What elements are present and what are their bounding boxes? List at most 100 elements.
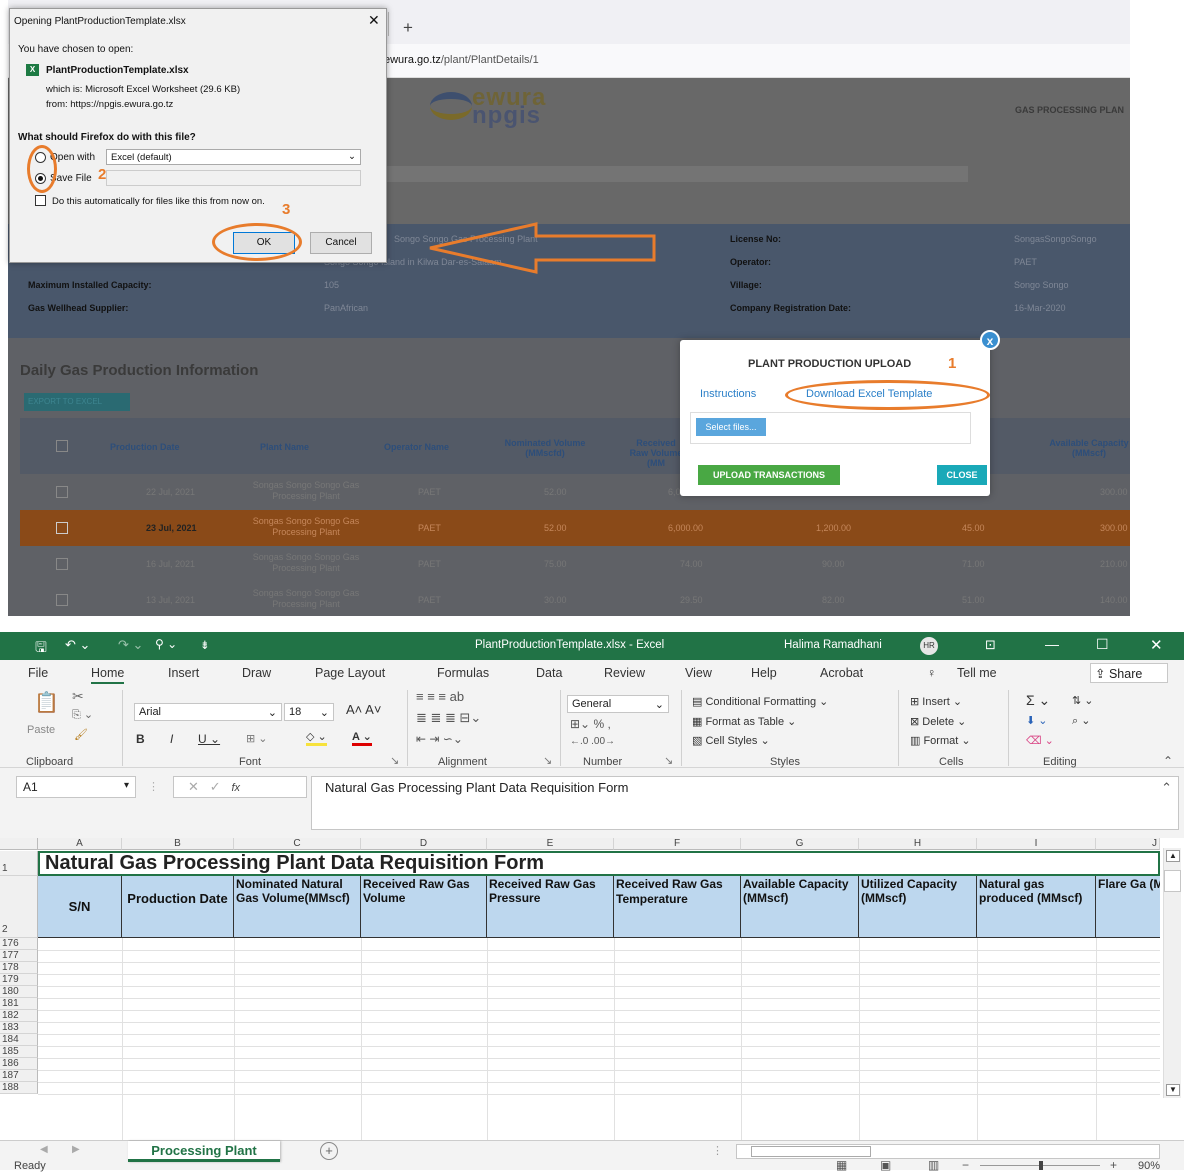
row-checkbox[interactable] (56, 594, 68, 606)
select-files-button[interactable]: Select files... (696, 418, 766, 436)
user-name[interactable]: Halima Ramadhani (784, 639, 882, 651)
row-checkbox[interactable] (56, 558, 68, 570)
horizontal-scrollbar[interactable] (736, 1144, 1160, 1159)
name-box[interactable]: A1 ▾ (16, 776, 136, 798)
row-header[interactable]: 184 (0, 1034, 38, 1046)
col-plant-name[interactable]: Plant Name (260, 442, 309, 452)
insert-cells-button[interactable]: ⊞ Insert ⌄ (910, 695, 962, 708)
col-header-h[interactable]: H (859, 838, 977, 850)
col-production-date[interactable]: Production Date (110, 442, 180, 452)
row-header[interactable]: 177 (0, 950, 38, 962)
undo-icon[interactable]: ↶ ⌄ (65, 637, 90, 653)
header-cell-available-capacity[interactable]: Available Capacity (MMscf) (741, 876, 859, 938)
font-name-select[interactable]: Arial ⌄ (134, 703, 282, 721)
alignment-dialog-icon[interactable]: ↘ (543, 754, 552, 767)
modal-x-close-icon[interactable]: x (980, 330, 1000, 350)
col-available-capacity[interactable]: Available Capacity (MMscf) (1048, 438, 1130, 458)
autosum-icon[interactable]: Σ ⌄ (1026, 692, 1050, 709)
header-cell-raw-temperature[interactable]: Received Raw Gas Temperature (614, 876, 741, 938)
header-cell-nominated[interactable]: Nominated Natural Gas Volume(MMscf) (234, 876, 361, 938)
col-header-a[interactable]: A (38, 838, 122, 850)
prev-sheet-icon[interactable]: ◀ (40, 1144, 48, 1155)
header-cell-gas-produced[interactable]: Natural gas produced (MMscf) (977, 876, 1096, 938)
tab-file[interactable]: File (28, 666, 48, 680)
tab-view[interactable]: View (685, 666, 712, 680)
indent-icon[interactable]: ⇤ ⇥ ∽⌄ (416, 732, 463, 746)
col-header-b[interactable]: B (122, 838, 234, 850)
ribbon-display-icon[interactable]: ⊡ (985, 637, 996, 653)
tab-home[interactable]: Home (91, 666, 125, 684)
tab-acrobat[interactable]: Acrobat (820, 666, 863, 680)
header-cell-sn[interactable]: S/N (38, 876, 122, 938)
row-header[interactable]: 188 (0, 1082, 38, 1094)
sheet-tab-processing-plant[interactable]: Processing Plant (128, 1141, 280, 1162)
row-header-2[interactable]: 2 (0, 876, 38, 938)
zoom-slider-thumb[interactable] (1039, 1161, 1043, 1170)
italic-icon[interactable]: I (170, 732, 173, 746)
maximize-icon[interactable]: ☐ (1096, 636, 1109, 653)
tab-help[interactable]: Help (751, 666, 777, 680)
add-sheet-icon[interactable]: + (320, 1142, 338, 1160)
font-color-icon[interactable]: A ⌄ (352, 730, 372, 746)
zoom-level[interactable]: 90% (1138, 1160, 1160, 1172)
number-format-select[interactable]: General ⌄ (567, 695, 669, 713)
row-checkbox[interactable] (56, 522, 68, 534)
cut-icon[interactable]: ✂ (72, 688, 84, 705)
share-button[interactable]: ⇪ Share (1090, 663, 1168, 683)
vertical-scroll-thumb[interactable] (1164, 870, 1181, 892)
user-avatar[interactable]: HR (920, 637, 938, 655)
currency-icon[interactable]: ⊞⌄ % , (570, 717, 611, 731)
col-nominated-volume[interactable]: Nominated Volume (MMscfd) (490, 438, 600, 458)
col-header-j[interactable]: J (1096, 838, 1160, 850)
cancel-entry-icon[interactable]: ✕ (188, 779, 199, 794)
paste-label[interactable]: Paste (27, 724, 55, 736)
row-header[interactable]: 185 (0, 1046, 38, 1058)
close-icon[interactable]: ✕ (1150, 636, 1163, 654)
formula-input[interactable]: Natural Gas Processing Plant Data Requis… (311, 776, 1179, 830)
left-align-icon[interactable]: ≣ ≣ ≣ ⊟⌄ (416, 710, 481, 726)
borders-icon[interactable]: ⊞ ⌄ (246, 732, 268, 745)
scroll-up-icon[interactable]: ▲ (1166, 850, 1180, 862)
format-painter-icon[interactable]: 🖌 (74, 728, 88, 741)
row-header[interactable]: 176 (0, 938, 38, 950)
format-as-table-button[interactable]: ▦ Format as Table ⌄ (692, 715, 796, 728)
col-received-volume[interactable]: Received Raw Volume (MM (626, 438, 686, 468)
grow-font-icon[interactable]: A˄ A˅ (346, 702, 381, 717)
font-dialog-icon[interactable]: ↘ (390, 754, 399, 767)
expand-formula-icon[interactable]: ⌃ (1161, 780, 1172, 796)
tab-instructions[interactable]: Instructions (700, 388, 756, 400)
scroll-down-icon[interactable]: ▼ (1166, 1084, 1180, 1096)
col-header-g[interactable]: G (741, 838, 859, 850)
confirm-entry-icon[interactable]: ✓ (210, 779, 221, 794)
row-header-1[interactable]: 1 (0, 851, 38, 876)
modal-close-button[interactable]: CLOSE (937, 465, 987, 485)
col-operator-name[interactable]: Operator Name (384, 442, 449, 452)
font-size-select[interactable]: 18 ⌄ (284, 703, 334, 721)
table-row[interactable]: 16 Jul, 2021 Songas Songo Songo Gas Proc… (20, 546, 1130, 582)
col-header-e[interactable]: E (487, 838, 614, 850)
header-cell-raw-volume[interactable]: Received Raw Gas Volume (361, 876, 487, 938)
tab-review[interactable]: Review (604, 666, 645, 680)
header-cell-production-date[interactable]: Production Date (122, 876, 234, 938)
copy-icon[interactable]: ⎘ ⌄ (72, 708, 93, 722)
col-header-d[interactable]: D (361, 838, 487, 850)
top-align-icon[interactable]: ≡ ≡ ≡ ab (416, 689, 464, 704)
header-cell-raw-pressure[interactable]: Received Raw Gas Pressure (487, 876, 614, 938)
row-header[interactable]: 181 (0, 998, 38, 1010)
row-header[interactable]: 178 (0, 962, 38, 974)
header-cell-utilized-capacity[interactable]: Utilized Capacity (MMscf) (859, 876, 977, 938)
sort-filter-icon[interactable]: ⇅ ⌄ (1072, 694, 1094, 707)
delete-cells-button[interactable]: ⊠ Delete ⌄ (910, 715, 966, 728)
tab-formulas[interactable]: Formulas (437, 666, 489, 680)
row-header[interactable]: 186 (0, 1058, 38, 1070)
sheet-title-cell[interactable]: Natural Gas Processing Plant Data Requis… (38, 851, 1160, 876)
decimal-icon[interactable]: ←.0 .00→ (570, 736, 615, 747)
clear-icon[interactable]: ⌫ ⌄ (1026, 734, 1054, 747)
find-select-icon[interactable]: ⌕ ⌄ (1072, 714, 1090, 728)
tell-me-search[interactable]: Tell me (957, 666, 997, 680)
redo-icon[interactable]: ↷ ⌄ (118, 637, 143, 653)
select-all-corner[interactable] (0, 838, 38, 850)
header-cell-flare-gas[interactable]: Flare Ga (MMscf) (1096, 876, 1160, 938)
minimize-icon[interactable]: — (1045, 636, 1059, 652)
cancel-button[interactable]: Cancel (310, 232, 372, 254)
